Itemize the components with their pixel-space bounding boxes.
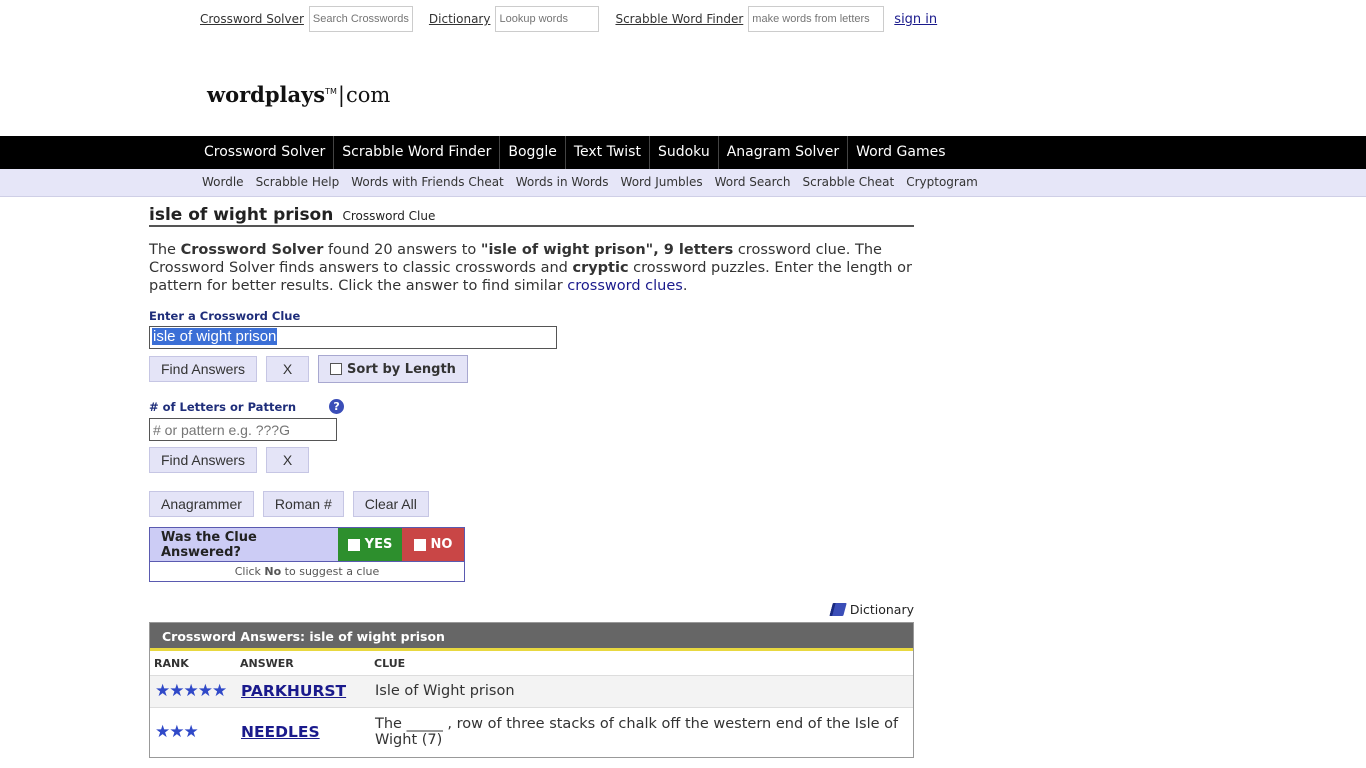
find-answers-button[interactable]: Find Answers xyxy=(149,356,258,382)
logo-tm: TM xyxy=(325,87,337,96)
sign-in-link[interactable]: sign in xyxy=(894,12,937,27)
crossword-search-input[interactable] xyxy=(308,6,413,32)
dictionary-toggle-label: Dictionary xyxy=(849,602,914,617)
subnav-word-jumbles[interactable]: Word Jumbles xyxy=(615,169,709,196)
scrabble-word-finder-link[interactable]: Scrabble Word Finder xyxy=(615,12,743,26)
roman-numeral-button[interactable]: Roman # xyxy=(262,491,344,517)
anagrammer-button[interactable]: Anagrammer xyxy=(149,491,254,517)
clue-input-value: isle of wight prison xyxy=(152,328,278,345)
help-icon[interactable]: ? xyxy=(329,399,345,414)
dictionary-toggle[interactable]: Dictionary xyxy=(149,602,914,617)
clue-cell[interactable]: The _____ , row of three stacks of chalk… xyxy=(370,706,913,757)
clear-clue-button[interactable]: X xyxy=(266,356,310,382)
clue-label: Enter a Crossword Clue xyxy=(149,309,301,323)
find-answers-pattern-button[interactable]: Find Answers xyxy=(149,447,258,473)
site-logo[interactable]: wordplaysTM|com xyxy=(207,82,390,107)
intro-paragraph: The Crossword Solver found 20 answers to… xyxy=(149,241,914,295)
intro-text-5: . xyxy=(682,278,688,294)
rank-cell: ★★★★★ xyxy=(150,674,236,707)
page-subtitle: Crossword Clue xyxy=(342,209,436,223)
subnav-scrabble-cheat[interactable]: Scrabble Cheat xyxy=(797,169,901,196)
logo-tld: com xyxy=(346,83,391,107)
answer-link[interactable]: NEEDLES xyxy=(241,723,320,741)
subnav-cryptogram[interactable]: Cryptogram xyxy=(900,169,984,196)
results-panel: Crossword Answers: isle of wight prison … xyxy=(149,622,914,758)
subnav-word-search[interactable]: Word Search xyxy=(709,169,797,196)
clear-all-button[interactable]: Clear All xyxy=(352,491,429,517)
subnav-wordle[interactable]: Wordle xyxy=(196,169,250,196)
nav-sudoku[interactable]: Sudoku xyxy=(650,136,719,169)
clue-answered-question: Was the Clue Answered? xyxy=(150,528,338,561)
logo-word: wordplays xyxy=(207,82,326,107)
page-title: isle of wight prison Crossword Clue xyxy=(149,205,914,227)
sort-by-length-toggle[interactable]: Sort by Length xyxy=(318,355,468,383)
nav-scrabble-word-finder[interactable]: Scrabble Word Finder xyxy=(334,136,501,169)
table-row: ★★★★★ PARKHURST Isle of Wight prison xyxy=(150,674,913,707)
crossword-solver-link[interactable]: Crossword Solver xyxy=(200,12,304,26)
clue-answered-widget: Was the Clue Answered? YES NO Click No t… xyxy=(149,527,465,582)
nav-crossword-solver[interactable]: Crossword Solver xyxy=(196,136,335,169)
table-row: ★★★ NEEDLES The _____ , row of three sta… xyxy=(150,706,913,757)
answer-cell: NEEDLES xyxy=(236,706,370,757)
nav-word-games[interactable]: Word Games xyxy=(848,136,953,169)
pattern-label: # of Letters or Pattern xyxy=(149,399,297,414)
page-title-text: isle of wight prison xyxy=(149,205,334,225)
nav-boggle[interactable]: Boggle xyxy=(500,136,566,169)
col-rank[interactable]: RANK xyxy=(150,651,236,675)
yes-button[interactable]: YES xyxy=(338,528,402,561)
yes-checkbox[interactable] xyxy=(347,538,360,551)
clue-answered-bar: Was the Clue Answered? YES NO xyxy=(149,527,465,562)
no-button[interactable]: NO xyxy=(402,528,464,561)
clue-answered-note: Click No to suggest a clue xyxy=(149,562,465,582)
nav-text-twist[interactable]: Text Twist xyxy=(566,136,650,169)
book-icon xyxy=(829,603,847,616)
clue-input[interactable]: isle of wight prison xyxy=(149,326,557,349)
subnav-scrabble-help[interactable]: Scrabble Help xyxy=(250,169,346,196)
note-text-2: to suggest a clue xyxy=(281,565,380,578)
col-answer[interactable]: ANSWER xyxy=(236,651,370,675)
pattern-button-row: Find Answers X xyxy=(149,447,914,473)
scrabble-search-input[interactable] xyxy=(748,6,885,32)
tools-button-row: Anagrammer Roman # Clear All xyxy=(149,491,914,517)
sort-checkbox[interactable] xyxy=(330,363,343,375)
crossword-clues-link[interactable]: crossword clues xyxy=(567,278,683,294)
note-text-1: Click xyxy=(234,565,265,578)
sub-nav: Wordle Scrabble Help Words with Friends … xyxy=(0,169,1366,197)
note-bold: No xyxy=(264,565,282,578)
answer-link[interactable]: PARKHURST xyxy=(241,682,346,700)
intro-text-2: found 20 answers to xyxy=(323,242,481,258)
main-nav: Crossword Solver Scrabble Word Finder Bo… xyxy=(0,136,1366,169)
nav-anagram-solver[interactable]: Anagram Solver xyxy=(719,136,849,169)
star-rating-icon: ★★★ xyxy=(155,722,199,743)
clue-cell[interactable]: Isle of Wight prison xyxy=(370,674,913,707)
star-rating-icon: ★★★★★ xyxy=(155,681,227,701)
pattern-label-row: # of Letters or Pattern ? xyxy=(149,399,914,414)
pattern-input[interactable] xyxy=(149,418,337,441)
results-header: Crossword Answers: isle of wight prison xyxy=(150,623,913,651)
intro-text-1: The xyxy=(149,242,181,258)
col-clue[interactable]: CLUE xyxy=(370,651,913,675)
clue-button-row: Find Answers X Sort by Length xyxy=(149,355,914,383)
no-checkbox[interactable] xyxy=(413,538,426,551)
clear-pattern-button[interactable]: X xyxy=(266,447,310,473)
subnav-words-with-friends-cheat[interactable]: Words with Friends Cheat xyxy=(345,169,510,196)
intro-bold-3: cryptic xyxy=(572,260,629,276)
subnav-words-in-words[interactable]: Words in Words xyxy=(510,169,615,196)
rank-cell: ★★★ xyxy=(150,706,236,757)
top-search-bar: Crossword Solver Dictionary Scrabble Wor… xyxy=(200,6,937,32)
no-label: NO xyxy=(430,537,453,552)
intro-bold-1: Crossword Solver xyxy=(180,242,324,258)
sort-label: Sort by Length xyxy=(347,361,456,377)
dictionary-link[interactable]: Dictionary xyxy=(429,12,491,26)
results-table: RANK ANSWER CLUE ★★★★★ PARKHURST Isle of… xyxy=(150,651,913,757)
dictionary-search-input[interactable] xyxy=(495,6,600,32)
main-content: isle of wight prison Crossword Clue The … xyxy=(149,205,914,758)
logo-sep: | xyxy=(337,83,345,107)
intro-bold-2: "isle of wight prison", 9 letters xyxy=(480,242,734,258)
answer-cell: PARKHURST xyxy=(236,674,370,707)
yes-label: YES xyxy=(364,537,393,552)
